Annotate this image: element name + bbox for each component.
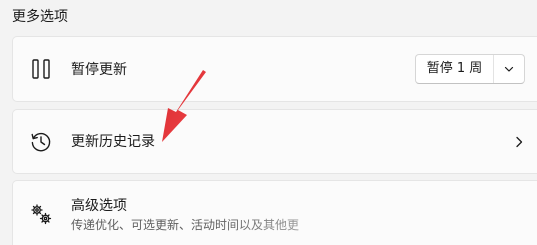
history-icon	[31, 132, 51, 152]
update-history-title: 更新历史记录	[71, 134, 155, 150]
pause-icon	[32, 59, 50, 79]
chevron-right-icon	[516, 136, 523, 148]
gears-icon	[31, 204, 52, 225]
advanced-options-title: 高级选项	[71, 198, 127, 214]
update-history-card[interactable]: 更新历史记录	[12, 109, 537, 174]
chevron-down-icon	[504, 66, 514, 72]
section-title: 更多选项	[12, 9, 68, 25]
dropdown-toggle[interactable]	[494, 55, 524, 83]
pause-duration-value: 暂停 1 周	[426, 61, 483, 76]
pause-updates-card: 暂停更新 暂停 1 周	[12, 36, 537, 102]
pause-duration-dropdown[interactable]: 暂停 1 周	[415, 54, 525, 84]
advanced-options-card[interactable]: 高级选项 传递优化、可选更新、活动时间以及其他更	[12, 180, 537, 245]
pause-updates-title: 暂停更新	[71, 62, 127, 78]
advanced-options-subtitle: 传递优化、可选更新、活动时间以及其他更	[71, 218, 300, 232]
